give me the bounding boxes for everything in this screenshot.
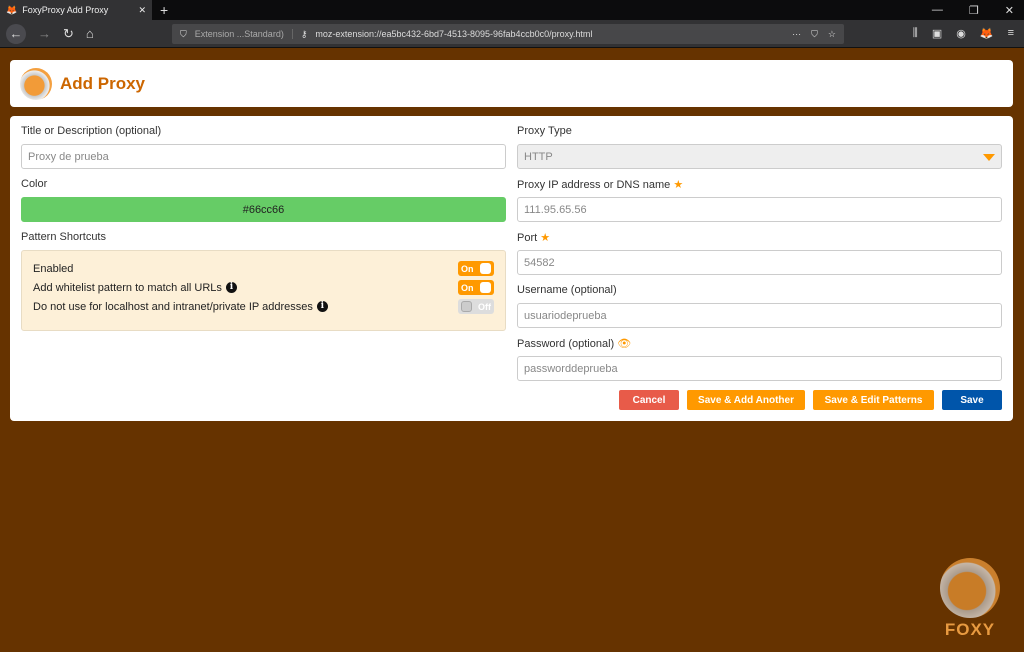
pattern-shortcuts: Enabled On Add whitelist pattern to match… [21, 250, 506, 331]
pattern-shortcuts-label: Pattern Shortcuts [21, 231, 106, 243]
color-picker[interactable]: #66cc66 [21, 197, 506, 222]
proxy-type-select[interactable]: HTTP [517, 144, 1002, 169]
tab-title: FoxyProxy Add Proxy [22, 5, 109, 15]
save-add-another-button[interactable]: Save & Add Another [687, 390, 805, 410]
save-edit-patterns-button[interactable]: Save & Edit Patterns [813, 390, 934, 410]
toggle-state: Off [478, 301, 491, 312]
tab-bar: 🦊 FoxyProxy Add Proxy ✕ + — ❐ ✕ [0, 0, 1024, 20]
proxy-type-label: Proxy Type [517, 125, 572, 137]
required-star-icon: ★ [673, 179, 684, 191]
foxy-watermark: FOXY [940, 558, 1000, 640]
port-input[interactable]: 54582 [517, 250, 1002, 275]
shortcut-label: Add whitelist pattern to match all URLs [33, 281, 222, 294]
enabled-toggle[interactable]: On [458, 261, 494, 276]
shortcut-label: Enabled [33, 262, 74, 275]
new-tab-button[interactable]: + [160, 2, 168, 18]
username-label: Username (optional) [517, 284, 617, 296]
shortcut-enabled: Enabled On [33, 259, 494, 278]
more-icon[interactable]: ··· [792, 29, 801, 40]
forward-button[interactable]: → [38, 26, 51, 41]
foxyproxy-logo [20, 67, 52, 100]
color-label: Color [21, 178, 48, 190]
home-button[interactable]: ⌂ [86, 26, 94, 41]
password-input[interactable]: passworddeprueba [517, 356, 1002, 381]
key-icon: ⚷ [300, 28, 308, 39]
ip-label: Proxy IP address or DNS name ★ [517, 179, 684, 191]
info-icon[interactable]: i [316, 301, 328, 312]
back-button[interactable]: ← [6, 23, 26, 44]
url-text[interactable]: moz-extension://ea5bc432-6bd7-4513-8095-… [315, 29, 592, 39]
fox-logo-icon [940, 558, 1000, 618]
minimize-icon[interactable]: — [932, 4, 943, 17]
ip-input[interactable]: 111.95.65.56 [517, 197, 1002, 222]
reload-button[interactable]: ↻ [63, 26, 74, 42]
info-icon[interactable]: i [225, 282, 237, 293]
close-tab-icon[interactable]: ✕ [138, 5, 146, 16]
toggle-state: On [461, 282, 474, 293]
required-star-icon: ★ [540, 232, 551, 244]
restore-icon[interactable]: ❐ [969, 4, 979, 17]
account-icon[interactable]: ◉ [956, 27, 966, 40]
shortcut-label: Do not use for localhost and intranet/pr… [33, 300, 313, 313]
address-bar[interactable]: ⛉ Extension ...Standard) ⚷ moz-extension… [172, 24, 844, 44]
show-password-eye-icon[interactable]: 👁 [617, 338, 631, 350]
username-input[interactable]: usuariodeprueba [517, 303, 1002, 328]
browser-tab[interactable]: 🦊 FoxyProxy Add Proxy ✕ [0, 0, 152, 20]
sidebar-icon[interactable]: ▣ [932, 27, 942, 40]
extension-identity[interactable]: Extension ...Standard) [195, 29, 293, 39]
library-icon[interactable]: ⫼ [913, 27, 918, 40]
whitelist-toggle[interactable]: On [458, 280, 494, 295]
foxyproxy-extension-icon[interactable]: 🦊 [980, 27, 994, 40]
shield-icon: ⛉ [180, 28, 187, 39]
port-label: Port ★ [517, 232, 551, 244]
title-label: Title or Description (optional) [21, 125, 162, 137]
localhost-toggle[interactable]: Off [458, 299, 494, 314]
bookmark-star-icon[interactable]: ☆ [828, 29, 836, 40]
close-window-icon[interactable]: ✕ [1005, 4, 1014, 17]
shortcut-whitelist: Add whitelist pattern to match all URLs i… [33, 278, 494, 297]
toggle-state: On [461, 263, 474, 274]
proxy-form: Title or Description (optional) Proxy de… [10, 116, 1013, 421]
page-title: Add Proxy [60, 73, 146, 93]
cancel-button[interactable]: Cancel [619, 390, 679, 410]
page-header: Add Proxy [10, 60, 1013, 107]
password-label: Password (optional) 👁 [517, 338, 632, 350]
pocket-icon[interactable]: ⛉ [811, 29, 818, 40]
title-input[interactable]: Proxy de prueba [21, 144, 506, 169]
menu-icon[interactable]: ≡ [1008, 27, 1014, 40]
shortcut-localhost: Do not use for localhost and intranet/pr… [33, 297, 494, 316]
save-button[interactable]: Save [942, 390, 1002, 410]
fox-icon: 🦊 [6, 4, 18, 15]
